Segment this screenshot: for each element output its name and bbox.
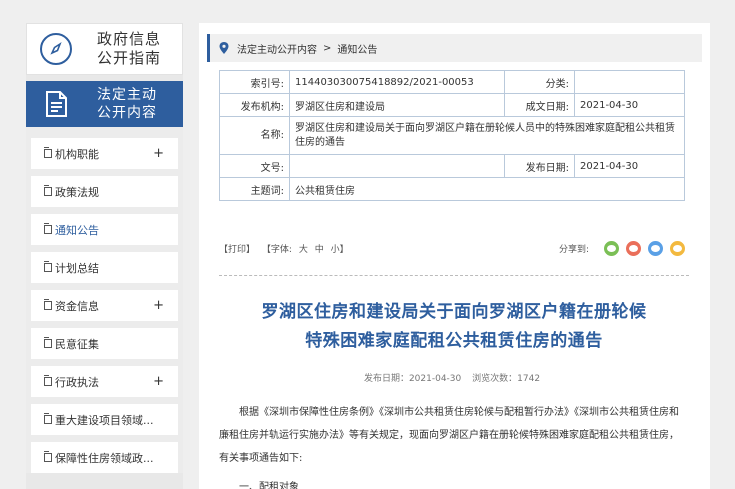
qq-share-icon[interactable] [648,240,663,256]
sidebar-item-label: 政策法规 [55,185,99,199]
document-copy-icon [44,299,52,310]
sidebar-menu: 机构职能 + 政策法规 通知公告 计划总结 资金信息 + 民意征集 行政执法 +… [26,127,183,473]
sidebar-item-label: 资金信息 [55,299,99,313]
guide-button[interactable]: 政府信息 公开指南 [26,23,183,75]
law-title-line1: 法定主动 [97,87,157,103]
expand-icon[interactable]: + [153,298,164,313]
document-copy-icon [44,185,52,196]
sidebar-item-housing[interactable]: 保障性住房领域政... [31,442,178,473]
weibo-share-icon[interactable] [626,240,641,256]
document-copy-icon [44,451,52,462]
article-title-line1: 罗湖区住房和建设局关于面向罗湖区户籍在册轮候 [261,302,647,322]
published-date-label: 发布日期: [504,154,575,178]
law-title: 法定主动 公开内容 [97,86,157,122]
font-size-label: 【字体: [261,244,292,255]
guide-title: 政府信息 公开指南 [97,30,161,68]
share-label: 分享到: [558,244,589,255]
sidebar-item-label: 民意征集 [55,337,99,351]
sidebar-item-label: 行政执法 [55,375,99,389]
breadcrumb-level1[interactable]: 法定主动公开内容 [237,41,317,56]
article-tools: 【打印】 【字体: 大 中 小】 分享到: [219,236,685,260]
sidebar-item-label: 机构职能 [55,147,99,161]
document-copy-icon [44,413,52,424]
article-paragraph: 根据《深圳市保障性住房条例》《深圳市公共租赁住房轮候与配租暂行办法》《深圳市公共… [219,407,679,464]
print-button[interactable]: 【打印】 [219,245,255,255]
topic-value: 公共租赁住房 [289,177,685,201]
sidebar-item-funds[interactable]: 资金信息 + [31,290,178,321]
guide-title-line1: 政府信息 [97,30,162,48]
index-label: 索引号: [219,70,290,94]
sidebar-item-label: 计划总结 [55,261,99,275]
qzone-share-icon[interactable] [670,240,685,256]
breadcrumb-level2[interactable]: 通知公告 [337,41,377,56]
document-copy-icon [44,261,52,272]
docno-label: 文号: [219,154,290,178]
guide-title-line2: 公开指南 [97,49,162,67]
sidebar-item-institution[interactable]: 机构职能 + [31,138,178,169]
sidebar-item-major-projects[interactable]: 重大建设项目领域... [31,404,178,435]
document-icon [46,91,67,117]
font-medium-button[interactable]: 中 [315,245,324,255]
sidebar-item-enforcement[interactable]: 行政执法 + [31,366,178,397]
compass-icon [40,33,72,65]
sidebar-item-plan[interactable]: 计划总结 [31,252,178,283]
breadcrumb: 法定主动公开内容 > 通知公告 [207,34,702,62]
document-copy-icon [44,375,52,386]
sidebar-item-label: 保障性住房领域政... [55,451,154,465]
name-value: 罗湖区住房和建设局关于面向罗湖区户籍在册轮候人员中的特殊困难家庭配租公共租赁住房… [289,116,685,155]
sidebar-item-label: 重大建设项目领域... [55,413,154,427]
article-section-heading: 一、配租对象 [239,482,299,489]
law-content-button[interactable]: 法定主动 公开内容 [26,81,183,127]
document-copy-icon [44,223,52,234]
sidebar-item-label: 通知公告 [55,223,99,237]
article-title-line2: 特殊困难家庭配租公共租赁住房的通告 [305,331,603,351]
sidebar-item-notice[interactable]: 通知公告 [31,214,178,245]
location-pin-icon [219,42,229,54]
print-font-controls: 【打印】 【字体: 大 中 小】 [219,242,353,255]
article-date: 发布日期：2021-04-30 [363,374,462,384]
document-copy-icon [44,147,52,158]
document-copy-icon [44,337,52,348]
share-bar: 分享到: [558,240,685,256]
metadata-table: 索引号: 114403030075418892/2021-00053 分类: 发… [219,70,685,201]
category-label: 分类: [504,70,575,94]
publisher-value: 罗湖区住房和建设局 [289,93,505,117]
main-content: 法定主动公开内容 > 通知公告 索引号: 114403030075418892/… [199,23,710,489]
sidebar-item-policy[interactable]: 政策法规 [31,176,178,207]
publisher-label: 发布机构: [219,93,290,117]
topic-label: 主题词: [219,177,290,201]
divider [219,275,689,276]
category-value [574,70,685,94]
article-views: 浏览次数：1742 [472,374,541,384]
published-date-value: 2021-04-30 [574,154,685,178]
font-large-button[interactable]: 大 [299,245,308,255]
created-date-label: 成文日期: [504,93,575,117]
expand-icon[interactable]: + [153,374,164,389]
name-label: 名称: [219,116,290,155]
sidebar-item-opinion[interactable]: 民意征集 [31,328,178,359]
docno-value [289,154,505,178]
wechat-share-icon[interactable] [604,240,619,256]
index-value: 114403030075418892/2021-00053 [289,70,505,94]
expand-icon[interactable]: + [153,146,164,161]
sidebar: 政府信息 公开指南 法定主动 公开内容 机构职能 + 政策法规 通知公告 计划总… [26,23,183,489]
article-title: 罗湖区住房和建设局关于面向罗湖区户籍在册轮候 特殊困难家庭配租公共租赁住房的通告 [213,298,695,356]
law-title-line2: 公开内容 [97,105,157,121]
article-info: 发布日期：2021-04-30 浏览次数：1742 [219,371,685,384]
font-small-button[interactable]: 小】 [331,245,349,255]
breadcrumb-separator: > [323,42,332,54]
created-date-value: 2021-04-30 [574,93,685,117]
